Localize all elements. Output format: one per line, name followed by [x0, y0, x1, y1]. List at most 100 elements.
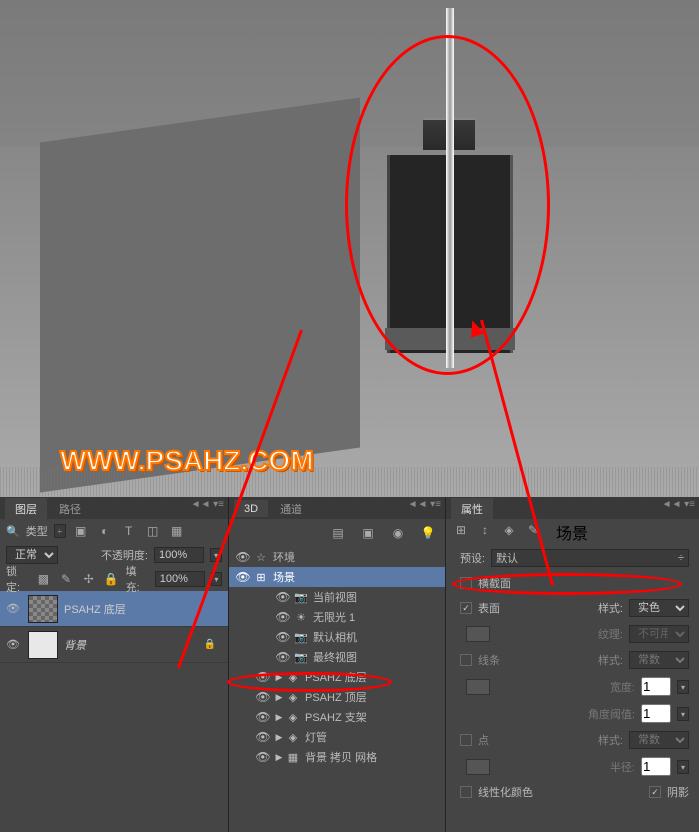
cross-section-row: 横截面	[446, 571, 699, 595]
width-input[interactable]	[641, 677, 671, 696]
width-dropdown[interactable]: ▾	[677, 680, 689, 694]
blend-mode-select[interactable]: 正常	[6, 546, 58, 564]
lock-all-icon[interactable]: 🔒	[103, 570, 120, 588]
lines-checkbox[interactable]	[460, 654, 472, 666]
points-checkbox[interactable]	[460, 734, 472, 746]
expand-icon[interactable]: ▶	[273, 672, 285, 683]
filter-light-icon[interactable]: 💡	[419, 524, 437, 542]
expand-icon[interactable]: ▶	[273, 692, 285, 703]
filter-type-dropdown[interactable]: ÷	[54, 524, 66, 538]
visibility-icon[interactable]: 👁	[273, 630, 293, 644]
visibility-icon[interactable]: 👁	[4, 602, 22, 615]
filter-material-icon[interactable]: ◉	[389, 524, 407, 542]
lock-icon: 🔒	[204, 639, 216, 650]
environment-icon: ☆	[253, 551, 269, 564]
tree-bg-copy-mesh[interactable]: 👁 ▶ ▦ 背景 拷贝 网格	[229, 747, 445, 767]
radius-dropdown[interactable]: ▾	[677, 760, 689, 774]
points-color-swatch[interactable]	[466, 759, 490, 775]
tab-paths[interactable]: 路径	[49, 498, 91, 519]
layer-item-background[interactable]: 👁 背景 🔒	[0, 627, 228, 663]
fill-input[interactable]	[155, 571, 205, 587]
lock-brush-icon[interactable]: ✎	[58, 570, 75, 588]
lines-style-select[interactable]: 常数	[629, 651, 689, 669]
surface-style-select[interactable]: 实色	[629, 599, 689, 617]
angle-dropdown[interactable]: ▾	[677, 707, 689, 721]
surface-checkbox[interactable]	[460, 602, 472, 614]
panel-menu-icon[interactable]: ◄◄ ▾≡	[662, 499, 695, 510]
layers-tabs: 图层 路径 ◄◄ ▾≡	[0, 497, 228, 519]
texture-select[interactable]: 不可用	[629, 625, 689, 643]
tree-label: 背景 拷贝 网格	[305, 749, 377, 765]
filter-type-icon[interactable]: T	[120, 522, 138, 540]
points-style-select[interactable]: 常数	[629, 731, 689, 749]
preset-select[interactable]: 默认 ÷	[491, 549, 689, 567]
linearize-label: 线性化颜色	[478, 784, 533, 800]
points-label: 点	[478, 732, 489, 748]
mesh-icon: ◈	[285, 671, 301, 684]
angle-input[interactable]	[641, 704, 671, 723]
radius-row: 半径: ▾	[446, 753, 699, 780]
layers-panel: 图层 路径 ◄◄ ▾≡ 🔍 类型 ÷ ▣ ◐ T ◫ ▦ 正常 不透明度: ▾ …	[0, 497, 229, 832]
shadow-checkbox[interactable]	[649, 786, 661, 798]
3d-viewport[interactable]: WWW.PSAHZ.COM	[0, 0, 699, 497]
layer-name: PSAHZ 底层	[64, 601, 126, 617]
filter-smart-icon[interactable]: ▦	[168, 522, 186, 540]
panel-menu-icon[interactable]: ◄◄ ▾≡	[408, 499, 441, 510]
cross-section-checkbox[interactable]	[460, 577, 472, 589]
tree-psahz-frame[interactable]: 👁 ▶ ◈ PSAHZ 支架	[229, 707, 445, 727]
visibility-icon[interactable]: 👁	[253, 690, 273, 704]
tree-lamp[interactable]: 👁 ▶ ◈ 灯管	[229, 727, 445, 747]
filter-scene-icon[interactable]: ▤	[329, 524, 347, 542]
tab-channel[interactable]: 通道	[270, 498, 312, 519]
tab-layers[interactable]: 图层	[5, 498, 47, 519]
prop-mode-icon-3[interactable]: ◈	[500, 523, 518, 541]
tree-infinite-light[interactable]: 👁 ☀ 无限光 1	[229, 607, 445, 627]
texture-label: 纹理:	[598, 626, 623, 642]
filter-mesh-icon[interactable]: ▣	[359, 524, 377, 542]
visibility-icon[interactable]: 👁	[253, 730, 273, 744]
visibility-icon[interactable]: 👁	[273, 610, 293, 624]
panel-menu-icon[interactable]: ◄◄ ▾≡	[191, 499, 224, 510]
visibility-icon[interactable]: 👁	[4, 638, 22, 651]
filter-shape-icon[interactable]: ◫	[144, 522, 162, 540]
filter-pixel-icon[interactable]: ▣	[72, 522, 90, 540]
tree-label: 最终视图	[313, 649, 357, 665]
tree-psahz-top[interactable]: 👁 ▶ ◈ PSAHZ 顶层	[229, 687, 445, 707]
tree-default-camera[interactable]: 👁 📷 默认相机	[229, 627, 445, 647]
tree-scene[interactable]: 👁 ⊞ 场景	[229, 567, 445, 587]
surface-style-label: 样式:	[598, 600, 623, 616]
prop-mode-icon-2[interactable]: ↕	[476, 523, 494, 541]
visibility-icon[interactable]: 👁	[233, 550, 253, 564]
opacity-input[interactable]	[154, 547, 204, 563]
visibility-icon[interactable]: 👁	[233, 570, 253, 584]
visibility-icon[interactable]: 👁	[273, 650, 293, 664]
tree-psahz-bottom[interactable]: 👁 ▶ ◈ PSAHZ 底层	[229, 667, 445, 687]
visibility-icon[interactable]: 👁	[253, 710, 273, 724]
radius-input[interactable]	[641, 757, 671, 776]
lock-transparent-icon[interactable]: ▩	[35, 570, 52, 588]
lines-color-swatch[interactable]	[466, 679, 490, 695]
surface-color-swatch[interactable]	[466, 626, 490, 642]
linearize-checkbox[interactable]	[460, 786, 472, 798]
prop-mode-icon-1[interactable]: ⊞	[452, 523, 470, 541]
visibility-icon[interactable]: 👁	[273, 590, 293, 604]
width-label: 宽度:	[610, 679, 635, 695]
width-row: 宽度: ▾	[446, 673, 699, 700]
tree-label: PSAHZ 底层	[305, 669, 367, 685]
lock-move-icon[interactable]: ✢	[80, 570, 97, 588]
filter-adjust-icon[interactable]: ◐	[96, 522, 114, 540]
expand-icon[interactable]: ▶	[273, 732, 285, 743]
tree-final-view[interactable]: 👁 📷 最终视图	[229, 647, 445, 667]
tree-current-view[interactable]: 👁 📷 当前视图	[229, 587, 445, 607]
visibility-icon[interactable]: 👁	[253, 750, 273, 764]
visibility-icon[interactable]: 👁	[253, 670, 273, 684]
tree-environment[interactable]: 👁 ☆ 环境	[229, 547, 445, 567]
expand-icon[interactable]: ▶	[273, 712, 285, 723]
mesh-icon: ◈	[285, 711, 301, 724]
surface-label: 表面	[478, 600, 500, 616]
tree-label: 环境	[273, 549, 295, 565]
mesh-icon: ◈	[285, 691, 301, 704]
tab-properties[interactable]: 属性	[451, 498, 493, 519]
lines-label: 线条	[478, 652, 500, 668]
expand-icon[interactable]: ▶	[273, 752, 285, 763]
